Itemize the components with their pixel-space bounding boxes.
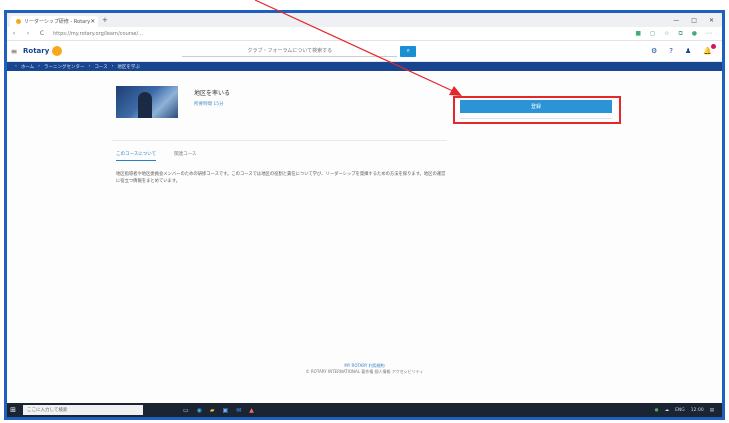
task-view-icon[interactable]: ▭ (183, 407, 189, 414)
search-area: ⌕ (182, 45, 417, 57)
reload-button[interactable]: C (35, 30, 49, 37)
clock[interactable]: 12:00 (691, 408, 704, 413)
app-icon[interactable]: ▲ (249, 407, 254, 414)
close-window-button[interactable]: ✕ (709, 17, 714, 24)
course-panel: 地区を率いる 所要時間 15分 このコースについて 関連コース 地区指導者や地区… (112, 86, 447, 185)
breadcrumb-item[interactable]: コース (94, 64, 107, 70)
site-search-input[interactable] (182, 45, 398, 57)
close-tab-icon[interactable]: ✕ (90, 18, 95, 25)
reader-icon[interactable]: ◻ (650, 30, 655, 38)
course-tabs: このコースについて 関連コース (116, 151, 447, 161)
divider (112, 140, 447, 141)
site-footer: MY ROTARY 利用規約 © ROTARY INTERNATIONAL 著作… (0, 363, 729, 375)
notification-badge (711, 44, 716, 49)
breadcrumb-item[interactable]: ラーニングセンター (44, 64, 85, 70)
course-header: 地区を率いる 所要時間 15分 (116, 86, 447, 118)
tab-bar: リーダーシップ研修 - Rotary ✕ + — □ ✕ (7, 13, 722, 27)
profile-icon[interactable]: ● (692, 30, 697, 38)
enroll-button[interactable]: 登録 (460, 100, 612, 113)
weather-icon[interactable]: ☁ (665, 408, 670, 413)
favicon-icon (16, 19, 21, 24)
taskbar-apps: ▭ ◉ ▰ ▣ ✉ ▲ (183, 407, 254, 414)
forward-button[interactable]: › (21, 30, 35, 37)
footer-text: © ROTARY INTERNATIONAL 著作権 個人情報 アクセシビリティ (305, 369, 424, 374)
notifications-icon[interactable]: 🔔 (703, 44, 716, 55)
divider (460, 118, 612, 119)
window-controls: — □ ✕ (673, 17, 722, 24)
rotary-wheel-icon (52, 46, 63, 56)
course-duration: 所要時間 15分 (194, 102, 224, 107)
browser-window: リーダーシップ研修 - Rotary ✕ + — □ ✕ ‹ › C https… (4, 10, 725, 420)
hamburger-menu-icon[interactable]: ≡ (7, 47, 21, 56)
tab-related[interactable]: 関連コース (174, 151, 196, 161)
breadcrumb-item[interactable]: ホーム (21, 64, 34, 70)
back-button[interactable]: ‹ (7, 30, 21, 37)
course-thumbnail[interactable] (116, 86, 178, 118)
new-tab-button[interactable]: + (102, 16, 108, 24)
maximize-button[interactable]: □ (691, 17, 697, 24)
browser-toolbar-icons: ■ ◻ ☆ ⧉ ● ⋯ (635, 30, 722, 38)
course-description: 地区指導者や地区委員会メンバーのための研修コースです。このコースでは地区の役割と… (116, 172, 446, 184)
breadcrumb-back-icon[interactable]: ‹ (15, 64, 17, 69)
rotary-logo[interactable]: Rotary (23, 47, 49, 55)
course-info: 地区を率いる 所要時間 15分 (194, 88, 230, 107)
language-indicator[interactable]: ENG (675, 408, 685, 413)
action-center-icon[interactable]: ▤ (710, 408, 714, 413)
file-explorer-icon[interactable]: ▰ (210, 407, 215, 414)
collections-icon[interactable]: ⧉ (678, 30, 682, 38)
site-header: ≡ Rotary ⌕ ⚙ ? ♟ 🔔 (7, 41, 722, 62)
edge-icon[interactable]: ◉ (197, 407, 202, 414)
windows-taskbar: ⊞ ここに入力して検索 ▭ ◉ ▰ ▣ ✉ ▲ ● ☁ ENG 12:00 ▤ (7, 403, 722, 417)
extension-icon[interactable]: ■ (635, 30, 641, 38)
mail-icon[interactable]: ✉ (236, 407, 241, 414)
breadcrumb: ‹ ホーム › ラーニングセンター › コース › 地区を学ぶ (7, 62, 722, 71)
favorites-icon[interactable]: ☆ (664, 30, 669, 38)
help-icon[interactable]: ? (669, 47, 673, 55)
store-icon[interactable]: ▣ (223, 407, 229, 414)
start-button[interactable]: ⊞ (7, 406, 19, 414)
breadcrumb-current: 地区を学ぶ (117, 64, 140, 70)
account-icon[interactable]: ♟ (685, 47, 691, 55)
address-bar: ‹ › C https://my.rotary.org/learn/course… (7, 27, 722, 41)
url-field[interactable]: https://my.rotary.org/learn/course/... (53, 31, 353, 37)
settings-icon[interactable]: ⚙ (651, 47, 657, 55)
browser-tab[interactable]: リーダーシップ研修 - Rotary ✕ (10, 16, 98, 27)
header-icons: ⚙ ? ♟ 🔔 (651, 44, 722, 55)
system-tray: ● ☁ ENG 12:00 ▤ (655, 408, 722, 413)
course-title: 地区を率いる (194, 90, 231, 97)
chrome-icon[interactable]: ● (655, 408, 659, 413)
tab-title: リーダーシップ研修 - Rotary (24, 19, 91, 25)
tab-about[interactable]: このコースについて (116, 151, 157, 161)
taskbar-search-input[interactable]: ここに入力して検索 (23, 405, 143, 415)
minimize-button[interactable]: — (673, 17, 679, 24)
more-icon[interactable]: ⋯ (706, 30, 712, 38)
search-button[interactable]: ⌕ (400, 45, 417, 57)
